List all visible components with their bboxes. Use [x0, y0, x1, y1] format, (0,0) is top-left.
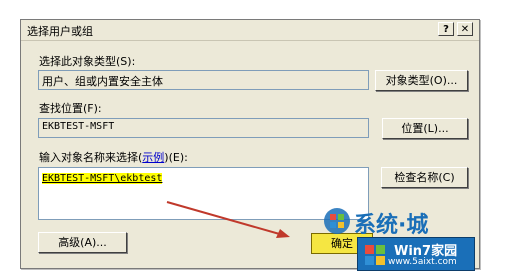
- arrow-head: [276, 229, 290, 238]
- annotation-arrow: [166, 201, 284, 236]
- win7-home-watermark: Win7家园 www.5aixt.com: [357, 237, 475, 271]
- windows-logo-icon: [324, 208, 350, 234]
- xitongcheng-watermark: 系统·城: [322, 204, 442, 238]
- win7-home-url: www.5aixt.com: [388, 257, 457, 267]
- windows-logo-icon: [365, 245, 385, 265]
- xitongcheng-text: 系统·城: [354, 213, 429, 238]
